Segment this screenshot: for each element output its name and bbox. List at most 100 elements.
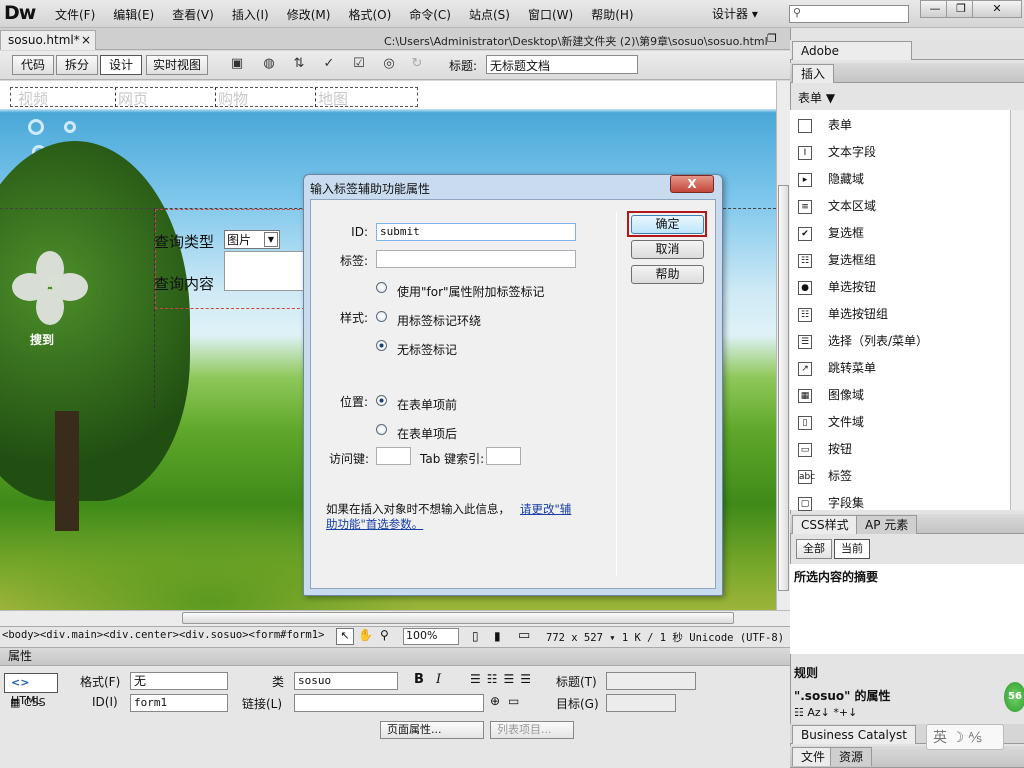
link-input[interactable] (294, 694, 484, 712)
menu-view[interactable]: 查看(V) (163, 6, 223, 23)
zoom-tool-icon[interactable]: ⚲ (380, 628, 389, 642)
heading-input[interactable] (606, 672, 696, 690)
close-window-button[interactable]: ✕ (972, 0, 1022, 18)
bold-button[interactable]: B (414, 672, 424, 687)
ime-toolbar[interactable]: 英 ☽ ⅍ (926, 724, 1004, 750)
scroll-thumb[interactable] (182, 612, 734, 624)
preferences-link-cont[interactable]: 助功能"首选参数。 (326, 516, 423, 532)
split-view-button[interactable]: 拆分 (56, 55, 98, 75)
scroll-thumb[interactable] (778, 185, 789, 591)
list-indent-icons[interactable]: ☰☷☰☰ (470, 672, 537, 686)
browse-folder-icon[interactable]: ▭ (508, 694, 519, 708)
italic-button[interactable]: I (436, 672, 441, 687)
preview-browser-icon[interactable]: ◍ (258, 56, 280, 74)
insert-item[interactable]: ☷ 单选按钮组 (798, 305, 888, 322)
menu-format[interactable]: 格式(O) (339, 6, 400, 23)
tab-index-input[interactable] (486, 447, 521, 465)
html-mode-button[interactable]: <> HTML (4, 673, 58, 707)
dialog-label-input[interactable] (376, 250, 576, 268)
insert-item[interactable]: ☷ 复选框组 (798, 251, 876, 268)
radio-after[interactable] (376, 424, 387, 435)
dialog-id-input[interactable]: submit (376, 223, 576, 241)
multiscreen-icon[interactable]: ▣ (226, 56, 248, 74)
query-content-input[interactable] (224, 251, 306, 291)
query-type-select[interactable]: 图片 ▼ (224, 230, 280, 249)
access-key-input[interactable] (376, 447, 411, 465)
help-button[interactable]: 帮助 (631, 265, 704, 284)
insert-item[interactable]: ▢ 字段集 (798, 494, 864, 511)
insert-item[interactable]: I 文本字段 (798, 143, 876, 160)
insert-item[interactable]: ▯ 文件域 (798, 413, 864, 430)
menu-help[interactable]: 帮助(H) (582, 6, 642, 23)
help-search-input[interactable]: ⚲ (789, 5, 909, 23)
nav-map[interactable]: 地图 (318, 88, 348, 109)
insert-item[interactable]: ▭ 按钮 (798, 440, 852, 457)
validate-icon[interactable]: ☑ (348, 56, 370, 74)
select-tool-icon[interactable]: ↖ (336, 628, 354, 645)
hand-tool-icon[interactable]: ✋ (358, 628, 373, 642)
assets-tab[interactable]: 资源 (830, 747, 873, 766)
css-styles-tab[interactable]: CSS样式 (792, 515, 858, 534)
radio-wrap[interactable] (376, 311, 387, 322)
css-mode-button[interactable]: ▦ CSS (10, 696, 46, 709)
radio-no-label[interactable] (376, 340, 387, 351)
window-size-icon[interactable]: ▯ (472, 629, 479, 643)
files-tab[interactable]: 文件 (792, 747, 835, 766)
tag-selector[interactable]: <body><div.main><div.center><div.sosuo><… (2, 629, 324, 641)
design-view-button[interactable]: 设计 (100, 55, 142, 75)
menu-site[interactable]: 站点(S) (460, 6, 519, 23)
menu-modify[interactable]: 修改(M) (278, 6, 340, 23)
menu-file[interactable]: 文件(F) (46, 6, 104, 23)
radio-use-for[interactable] (376, 282, 387, 293)
preferences-link[interactable]: 请更改"辅 (520, 501, 571, 517)
insert-item[interactable]: ☰ 选择（列表/菜单） (798, 332, 928, 349)
cancel-button[interactable]: 取消 (631, 240, 704, 259)
restore-doc-icon[interactable]: ❐ (767, 32, 777, 45)
update-badge[interactable]: 56 (1004, 682, 1024, 712)
insert-category-select[interactable]: 表单 ▼ (798, 89, 835, 106)
file-management-icon[interactable]: ⇅ (288, 56, 310, 74)
nav-shopping[interactable]: 购物 (218, 88, 248, 109)
tablet-size-icon[interactable]: ▮ (494, 629, 501, 643)
insert-item[interactable]: ✔ 复选框 (798, 224, 864, 241)
live-view-button[interactable]: 实时视图 (146, 55, 208, 75)
page-properties-button[interactable]: 页面属性... (380, 721, 484, 739)
insert-item[interactable]: 表单 (798, 116, 852, 133)
insert-scrollbar[interactable] (1010, 110, 1024, 510)
code-view-button[interactable]: 代码 (12, 55, 54, 75)
ok-button[interactable]: 确定 (631, 215, 704, 234)
workspace-switcher[interactable]: 设计器 ▾ (712, 5, 758, 22)
current-button[interactable]: 当前 (834, 539, 870, 559)
tab-close-icon[interactable]: × (81, 31, 91, 49)
insert-item[interactable]: ↗ 跳转菜单 (798, 359, 876, 376)
insert-item[interactable]: abc 标签 (798, 467, 852, 484)
visual-aids-icon[interactable]: ◎ (378, 56, 400, 74)
radio-before[interactable] (376, 395, 387, 406)
ap-elements-tab[interactable]: AP 元素 (856, 515, 918, 534)
target-select[interactable] (606, 694, 676, 712)
menu-insert[interactable]: 插入(I) (223, 6, 278, 23)
list-item-button[interactable]: 列表项目... (490, 721, 574, 739)
browserlab-tab[interactable]: Adobe BrowserLab (792, 41, 912, 76)
menu-edit[interactable]: 编辑(E) (104, 6, 163, 23)
menu-window[interactable]: 窗口(W) (519, 6, 582, 23)
insert-item[interactable]: ≡ 文本区域 (798, 197, 876, 214)
rule-view-icons[interactable]: ☷ Az↓ *+↓ (794, 706, 857, 719)
document-tab[interactable]: sosuo.html* × (0, 30, 96, 50)
class-select[interactable]: sosuo (294, 672, 398, 690)
id-select[interactable]: form1 (130, 694, 228, 712)
desktop-size-icon[interactable]: ▭ (518, 628, 530, 643)
insert-item[interactable]: ▸ 隐藏域 (798, 170, 864, 187)
nav-video[interactable]: 视频 (18, 88, 48, 109)
check-browser-icon[interactable]: ✓ (318, 56, 340, 74)
nav-web[interactable]: 网页 (118, 88, 148, 109)
format-select[interactable]: 无 (130, 672, 228, 690)
menu-commands[interactable]: 命令(C) (400, 6, 460, 23)
vertical-scrollbar[interactable] (776, 81, 790, 610)
all-button[interactable]: 全部 (796, 539, 832, 559)
business-catalyst-tab[interactable]: Business Catalyst (792, 725, 916, 744)
insert-item[interactable]: ● 单选按钮 (798, 278, 876, 295)
page-title-input[interactable]: 无标题文档 (486, 55, 638, 74)
zoom-select[interactable]: 100% (403, 628, 459, 645)
dialog-close-button[interactable]: X (670, 175, 714, 193)
